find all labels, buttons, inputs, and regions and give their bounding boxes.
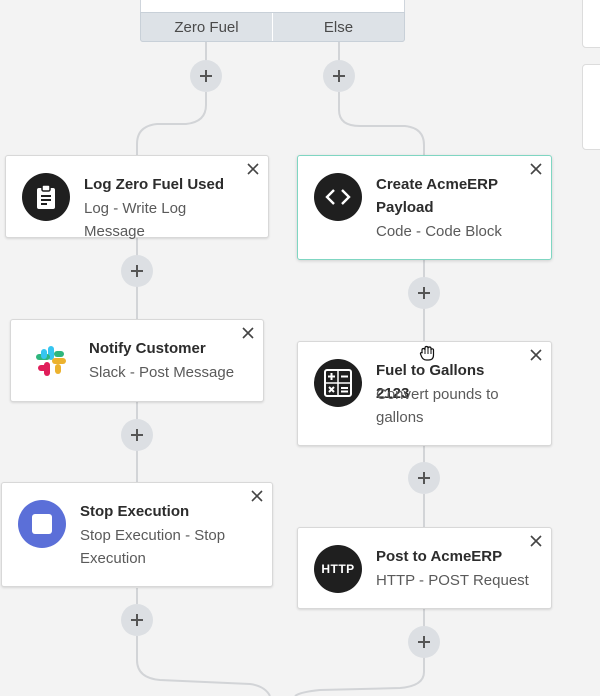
step-subtitle: Log - Write Log Message <box>84 200 187 240</box>
step-card-notify-customer[interactable]: Notify Customer Slack - Post Message <box>10 319 264 402</box>
close-icon[interactable] <box>529 348 543 362</box>
plus-icon <box>418 472 430 484</box>
close-icon[interactable] <box>529 162 543 176</box>
close-icon[interactable] <box>241 326 255 340</box>
step-title: Stop Execution <box>80 503 190 520</box>
add-step-button[interactable] <box>121 419 153 451</box>
close-icon[interactable] <box>246 162 260 176</box>
step-title: Create AcmeERP Payload <box>376 176 498 216</box>
slack-icon <box>27 337 75 385</box>
add-step-button-else[interactable] <box>323 60 355 92</box>
add-step-button[interactable] <box>408 277 440 309</box>
plus-icon <box>333 70 345 82</box>
plus-icon <box>418 287 430 299</box>
plus-icon <box>200 70 212 82</box>
step-card-create-payload[interactable]: Create AcmeERP Payload Code - Code Block <box>297 155 552 260</box>
plus-icon <box>418 636 430 648</box>
close-icon[interactable] <box>529 534 543 548</box>
step-subtitle: HTTP - POST Request <box>376 572 529 589</box>
stop-icon <box>18 500 66 548</box>
add-step-button[interactable] <box>121 255 153 287</box>
step-card-log-zero-fuel[interactable]: Log Zero Fuel Used Log - Write Log Messa… <box>5 155 269 240</box>
step-card-post-acmeerp[interactable]: HTTP Post to AcmeERP HTTP - POST Request <box>297 527 552 609</box>
plus-icon <box>131 265 143 277</box>
add-step-button[interactable] <box>121 604 153 636</box>
offscreen-card-bottom[interactable] <box>582 64 600 150</box>
step-title: Post to AcmeERP <box>376 548 503 565</box>
workflow-canvas[interactable]: Zero Fuel Else Log Zero Fuel Used Log - … <box>0 0 600 696</box>
branch-tab-else[interactable]: Else <box>272 13 404 41</box>
http-icon: HTTP <box>314 545 362 593</box>
calculator-icon <box>314 359 362 407</box>
step-title: Notify Customer <box>89 340 206 357</box>
branch-tab-zero-fuel[interactable]: Zero Fuel <box>141 13 272 41</box>
code-icon <box>314 173 362 221</box>
step-subtitle: Stop Execution - Stop Execution <box>80 527 226 567</box>
http-icon-label: HTTP <box>321 562 355 576</box>
add-step-button[interactable] <box>408 626 440 658</box>
step-title: Log Zero Fuel Used <box>84 176 225 193</box>
plus-icon <box>131 614 143 626</box>
plus-icon <box>131 429 143 441</box>
step-subtitle: Slack - Post Message <box>89 364 235 381</box>
add-step-button[interactable] <box>408 462 440 494</box>
clipboard-icon <box>22 173 70 221</box>
step-card-stop-execution[interactable]: Stop Execution Stop Execution - Stop Exe… <box>1 482 273 587</box>
close-icon[interactable] <box>250 489 264 503</box>
offscreen-card-top[interactable] <box>582 0 600 48</box>
grab-cursor-icon <box>419 345 435 361</box>
add-step-button-zero-fuel[interactable] <box>190 60 222 92</box>
branch-tabs: Zero Fuel Else <box>140 12 405 42</box>
step-subtitle: Convert pounds to gallons <box>376 386 499 426</box>
step-subtitle: Code - Code Block <box>376 223 502 240</box>
